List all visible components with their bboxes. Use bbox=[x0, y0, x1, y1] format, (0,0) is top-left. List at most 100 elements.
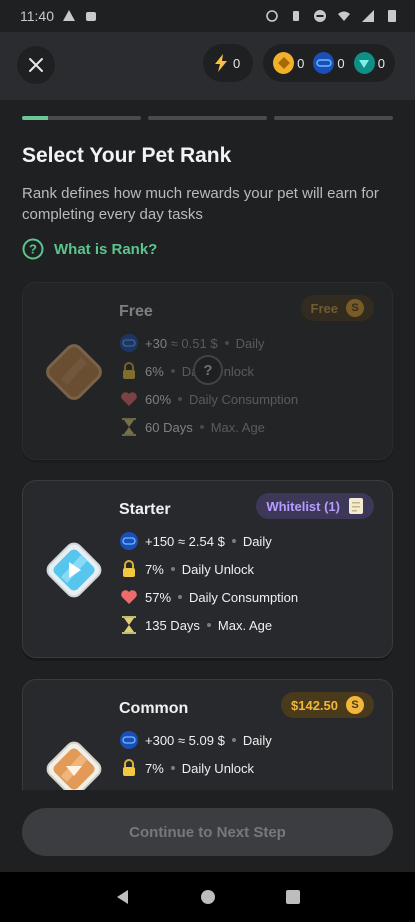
status-time: 11:40 bbox=[20, 8, 54, 24]
unlock-value: 7% bbox=[145, 760, 164, 776]
stat-unlock: 6%Daily Unlock bbox=[119, 361, 254, 381]
stat-consumption: 60% Daily Consumption bbox=[119, 389, 298, 409]
reward-usd: ≈ 5.09 $ bbox=[177, 732, 225, 748]
system-nav-bar bbox=[0, 872, 415, 922]
gold-token-icon bbox=[273, 52, 295, 74]
stat-reward: +150 ≈ 2.54 $ Daily bbox=[119, 531, 272, 551]
whitelist-tag: Whitelist (1) bbox=[256, 493, 374, 519]
consumption-label: Daily Consumption bbox=[189, 391, 299, 407]
home-icon[interactable] bbox=[199, 888, 217, 906]
battery-icon bbox=[388, 10, 396, 22]
price-tag-label: $142.50 bbox=[291, 697, 338, 713]
reward-period: Daily bbox=[242, 533, 272, 549]
question-mark-icon: ? bbox=[203, 361, 213, 379]
recents-icon[interactable] bbox=[284, 888, 302, 906]
igup-token-icon bbox=[119, 333, 139, 353]
status-bar: 11:40 bbox=[0, 0, 415, 32]
reward-usd: ≈ 2.54 $ bbox=[177, 533, 225, 549]
stat-reward: +30 ≈ 0.51 $ Daily bbox=[119, 333, 264, 353]
whitelist-document-icon bbox=[349, 498, 363, 514]
unlock-label: Daily Unlock bbox=[181, 561, 255, 577]
token-3-count: 0 bbox=[377, 55, 385, 71]
consumption-label: Daily Consumption bbox=[189, 589, 299, 605]
igup-token-icon bbox=[313, 52, 335, 74]
reward-usd: ≈ 0.51 $ bbox=[170, 335, 218, 351]
progress-step-3 bbox=[274, 116, 393, 120]
age-value: 60 Days bbox=[145, 419, 193, 435]
page-subtitle: Rank defines how much rewards your pet w… bbox=[22, 185, 379, 223]
reward-amount: +300 bbox=[145, 732, 175, 748]
price-tag: $142.50 S bbox=[281, 692, 374, 718]
notification-icon bbox=[86, 12, 96, 21]
age-value: 135 Days bbox=[145, 617, 200, 633]
help-icon: ? bbox=[22, 238, 44, 260]
energy-counter[interactable]: 0 bbox=[203, 44, 253, 82]
rank-name: Free bbox=[119, 303, 153, 320]
lock-icon bbox=[119, 758, 139, 778]
age-label: Max. Age bbox=[210, 419, 265, 435]
lock-icon bbox=[119, 559, 139, 579]
igup-token-icon bbox=[119, 531, 139, 551]
stat-age: 60 Days Max. Age bbox=[119, 417, 265, 437]
close-button[interactable] bbox=[17, 46, 55, 84]
consumption-value: 57% bbox=[145, 589, 172, 605]
igup-token-icon bbox=[119, 730, 139, 750]
stat-age: 135 Days Max. Age bbox=[119, 615, 272, 635]
close-icon bbox=[29, 58, 43, 72]
stat-reward: +300 ≈ 5.09 $ Daily bbox=[119, 730, 272, 750]
rank-card-free[interactable]: Free Free S +30 ≈ 0.51 $ Daily 6%Daily Un… bbox=[22, 282, 393, 460]
reward-period: Daily bbox=[242, 732, 272, 748]
lock-icon bbox=[119, 361, 139, 381]
unlock-label: Daily Unlock bbox=[181, 760, 255, 776]
stat-unlock: 7% Daily Unlock bbox=[119, 559, 254, 579]
copper-rank-badge-icon bbox=[46, 741, 102, 790]
signal-icon bbox=[362, 10, 374, 22]
energy-count: 0 bbox=[233, 55, 241, 71]
progress-step-1 bbox=[22, 116, 141, 120]
gold-coin-icon: S bbox=[346, 696, 364, 714]
age-label: Max. Age bbox=[217, 617, 273, 633]
rank-name: Common bbox=[119, 700, 189, 717]
top-bar: 0 0 0 0 bbox=[0, 32, 415, 100]
page-title: Select Your Pet Rank bbox=[22, 144, 232, 167]
dnd-icon bbox=[314, 10, 326, 22]
stat-consumption: 57% Daily Consumption bbox=[119, 587, 298, 607]
consumption-value: 60% bbox=[145, 391, 172, 407]
svg-text:?: ? bbox=[29, 242, 37, 257]
token-2-count: 0 bbox=[337, 55, 345, 71]
lightning-icon bbox=[215, 54, 227, 72]
alarm-icon bbox=[266, 10, 278, 22]
token-balances[interactable]: 0 0 0 bbox=[263, 44, 395, 82]
diamond-rank-badge-icon bbox=[46, 542, 102, 598]
unlock-value: 6% bbox=[145, 363, 164, 379]
hourglass-icon bbox=[119, 417, 139, 437]
reward-amount: +30 bbox=[145, 335, 168, 351]
teal-token-icon bbox=[353, 52, 375, 74]
bronze-rank-badge-icon bbox=[46, 344, 102, 400]
rank-name: Starter bbox=[119, 501, 171, 518]
free-help-button[interactable]: ? bbox=[193, 355, 223, 385]
continue-button[interactable]: Continue to Next Step bbox=[22, 808, 393, 856]
reward-period: Daily bbox=[235, 335, 265, 351]
progress-step-2 bbox=[148, 116, 267, 120]
what-is-rank-label: What is Rank? bbox=[54, 240, 158, 258]
rank-card-starter[interactable]: Starter Whitelist (1) +150 ≈ 2.54 $ Daily… bbox=[22, 480, 393, 658]
whitelist-tag-label: Whitelist (1) bbox=[266, 498, 340, 514]
hourglass-icon bbox=[119, 615, 139, 635]
unlock-value: 7% bbox=[145, 561, 164, 577]
what-is-rank-link[interactable]: ? What is Rank? bbox=[22, 238, 157, 260]
alert-icon bbox=[63, 10, 75, 21]
heart-icon bbox=[119, 389, 139, 409]
wifi-icon bbox=[338, 11, 350, 21]
rank-selection-content[interactable]: Select Your Pet Rank Rank defines how mu… bbox=[0, 100, 415, 790]
heart-icon bbox=[119, 587, 139, 607]
vibrate-icon bbox=[293, 11, 299, 21]
rank-card-common[interactable]: Common $142.50 S +300 ≈ 5.09 $ Daily 7% Da… bbox=[22, 679, 393, 790]
token-1-count: 0 bbox=[297, 55, 305, 71]
free-tag-label: Free bbox=[310, 300, 338, 316]
stat-unlock: 7% Daily Unlock bbox=[119, 758, 254, 778]
back-icon[interactable] bbox=[114, 888, 132, 906]
gold-coin-icon: S bbox=[346, 299, 364, 317]
reward-amount: +150 bbox=[145, 533, 175, 549]
step-progress bbox=[22, 116, 393, 120]
